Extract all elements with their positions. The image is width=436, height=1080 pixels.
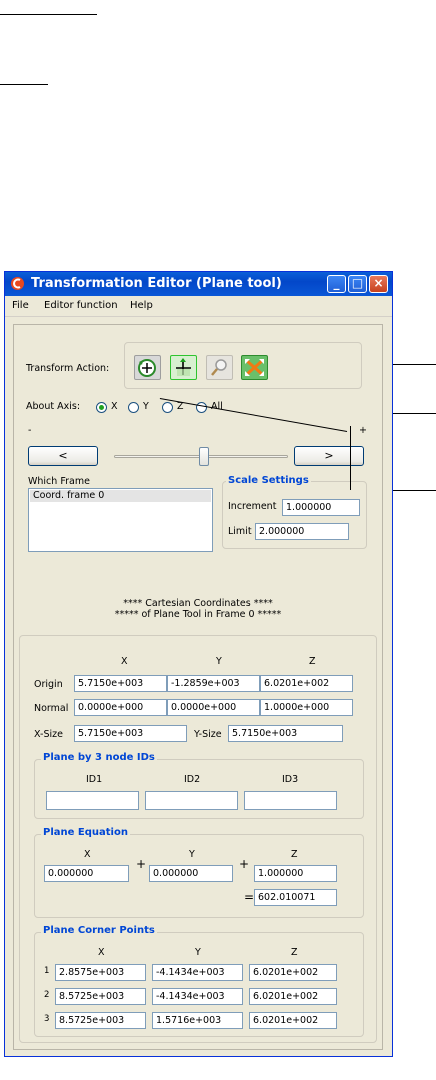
origin-z-field[interactable]: 6.0201e+002 bbox=[260, 675, 353, 692]
axis-x-label: X bbox=[111, 401, 118, 412]
slider-left-button[interactable]: < bbox=[28, 446, 98, 466]
normal-z-field[interactable]: 1.0000e+000 bbox=[260, 699, 353, 716]
origin-y-field[interactable]: -1.2859e+003 bbox=[167, 675, 260, 692]
corner-row-3-number: 3 bbox=[44, 1014, 50, 1024]
translate-button[interactable] bbox=[170, 355, 197, 380]
limit-label: Limit bbox=[228, 526, 252, 537]
node-ids-group bbox=[34, 759, 364, 819]
scale-icon bbox=[245, 358, 264, 377]
corner-3-x-field[interactable]: 8.5725e+003 bbox=[55, 1012, 146, 1029]
frame-list[interactable]: Coord. frame 0 bbox=[28, 488, 213, 552]
translate-icon bbox=[176, 358, 191, 376]
equation-plus-2: + bbox=[239, 857, 250, 871]
coords-header-line2: ***** of Plane Tool in Frame 0 ***** bbox=[114, 609, 282, 620]
top-underline-2 bbox=[0, 84, 48, 85]
zoom-icon bbox=[211, 359, 227, 376]
scale-button[interactable] bbox=[241, 355, 268, 380]
maximize-button[interactable]: □ bbox=[348, 275, 367, 293]
normal-y-field[interactable]: 0.0000e+000 bbox=[167, 699, 260, 716]
corners-col-y: Y bbox=[195, 947, 201, 958]
corner-3-y-field[interactable]: 1.5716e+003 bbox=[152, 1012, 243, 1029]
equation-col-z: Z bbox=[291, 849, 298, 860]
minimize-button[interactable]: _ bbox=[327, 275, 346, 293]
corners-col-x: X bbox=[98, 947, 105, 958]
equation-y-field[interactable]: 0.000000 bbox=[149, 865, 233, 882]
slider-right-button[interactable]: > bbox=[294, 446, 364, 466]
node-ids-title: Plane by 3 node IDs bbox=[41, 752, 157, 763]
corners-col-z: Z bbox=[291, 947, 298, 958]
id1-label: ID1 bbox=[86, 774, 103, 785]
corner-2-y-field[interactable]: -4.1434e+003 bbox=[152, 988, 243, 1005]
id3-field[interactable] bbox=[244, 791, 337, 810]
equation-plus-1: + bbox=[136, 857, 147, 871]
limit-field[interactable]: 2.000000 bbox=[255, 523, 349, 540]
cartesian-col-z: Z bbox=[309, 656, 316, 667]
slider-minus-label: - bbox=[28, 425, 32, 436]
equation-col-x: X bbox=[84, 849, 91, 860]
corner-row-2-number: 2 bbox=[44, 990, 50, 1000]
coords-header-line1: **** Cartesian Coordinates **** bbox=[123, 598, 273, 609]
which-frame-label: Which Frame bbox=[28, 476, 90, 487]
equation-col-y: Y bbox=[189, 849, 195, 860]
axis-z-radio[interactable] bbox=[162, 402, 173, 413]
corner-row-1-number: 1 bbox=[44, 966, 50, 976]
client-area: Transform Action: About Axis: X Y Z All … bbox=[13, 324, 383, 1050]
xsize-field[interactable]: 5.7150e+003 bbox=[74, 725, 187, 742]
rotate-button[interactable] bbox=[134, 355, 161, 380]
slider-plus-label: + bbox=[359, 425, 367, 436]
id3-label: ID3 bbox=[282, 774, 299, 785]
slider-thumb[interactable] bbox=[199, 447, 210, 466]
cartesian-col-x: X bbox=[121, 656, 128, 667]
equation-z-field[interactable]: 1.000000 bbox=[254, 865, 337, 882]
increment-label: Increment bbox=[228, 501, 277, 512]
frame-list-item[interactable]: Coord. frame 0 bbox=[30, 490, 211, 502]
axis-y-radio[interactable] bbox=[128, 402, 139, 413]
about-axis-label: About Axis: bbox=[26, 401, 81, 412]
ysize-label: Y-Size bbox=[194, 729, 222, 740]
corner-1-x-field[interactable]: 2.8575e+003 bbox=[55, 964, 146, 981]
equation-equals: = bbox=[244, 890, 255, 904]
ysize-field[interactable]: 5.7150e+003 bbox=[228, 725, 343, 742]
corner-2-x-field[interactable]: 8.5725e+003 bbox=[55, 988, 146, 1005]
plane-equation-title: Plane Equation bbox=[41, 827, 130, 838]
corner-1-y-field[interactable]: -4.1434e+003 bbox=[152, 964, 243, 981]
corner-1-z-field[interactable]: 6.0201e+002 bbox=[249, 964, 337, 981]
increment-field[interactable]: 1.000000 bbox=[282, 499, 360, 516]
axis-y-label: Y bbox=[143, 401, 149, 412]
callout-connector-2 bbox=[350, 426, 351, 490]
equation-x-field[interactable]: 0.000000 bbox=[44, 865, 129, 882]
top-underline-1 bbox=[0, 14, 97, 15]
origin-label: Origin bbox=[34, 679, 63, 690]
id1-field[interactable] bbox=[46, 791, 139, 810]
title-bar[interactable]: Transformation Editor (Plane tool) _ □ × bbox=[5, 272, 392, 296]
corner-points-title: Plane Corner Points bbox=[41, 925, 157, 936]
xsize-label: X-Size bbox=[34, 729, 63, 740]
origin-x-field[interactable]: 5.7150e+003 bbox=[74, 675, 167, 692]
scale-settings-title: Scale Settings bbox=[226, 475, 311, 486]
id2-field[interactable] bbox=[145, 791, 238, 810]
transformation-editor-window: Transformation Editor (Plane tool) _ □ ×… bbox=[4, 271, 393, 1057]
equation-result-field[interactable]: 602.010071 bbox=[254, 889, 337, 906]
transform-action-label: Transform Action: bbox=[26, 363, 110, 374]
id2-label: ID2 bbox=[184, 774, 201, 785]
rotate-icon bbox=[138, 359, 156, 377]
menu-editor-function[interactable]: Editor function bbox=[44, 300, 118, 311]
axis-x-radio[interactable] bbox=[96, 402, 107, 413]
app-icon bbox=[11, 277, 24, 290]
window-title: Transformation Editor (Plane tool) bbox=[31, 276, 282, 291]
menu-help[interactable]: Help bbox=[130, 300, 153, 311]
menu-file[interactable]: File bbox=[12, 300, 29, 311]
menu-bar: File Editor function Help bbox=[5, 296, 392, 317]
zoom-button[interactable] bbox=[206, 355, 233, 380]
normal-label: Normal bbox=[34, 703, 69, 714]
normal-x-field[interactable]: 0.0000e+000 bbox=[74, 699, 167, 716]
close-button[interactable]: × bbox=[369, 275, 388, 293]
corner-3-z-field[interactable]: 6.0201e+002 bbox=[249, 1012, 337, 1029]
cartesian-col-y: Y bbox=[216, 656, 222, 667]
corner-2-z-field[interactable]: 6.0201e+002 bbox=[249, 988, 337, 1005]
